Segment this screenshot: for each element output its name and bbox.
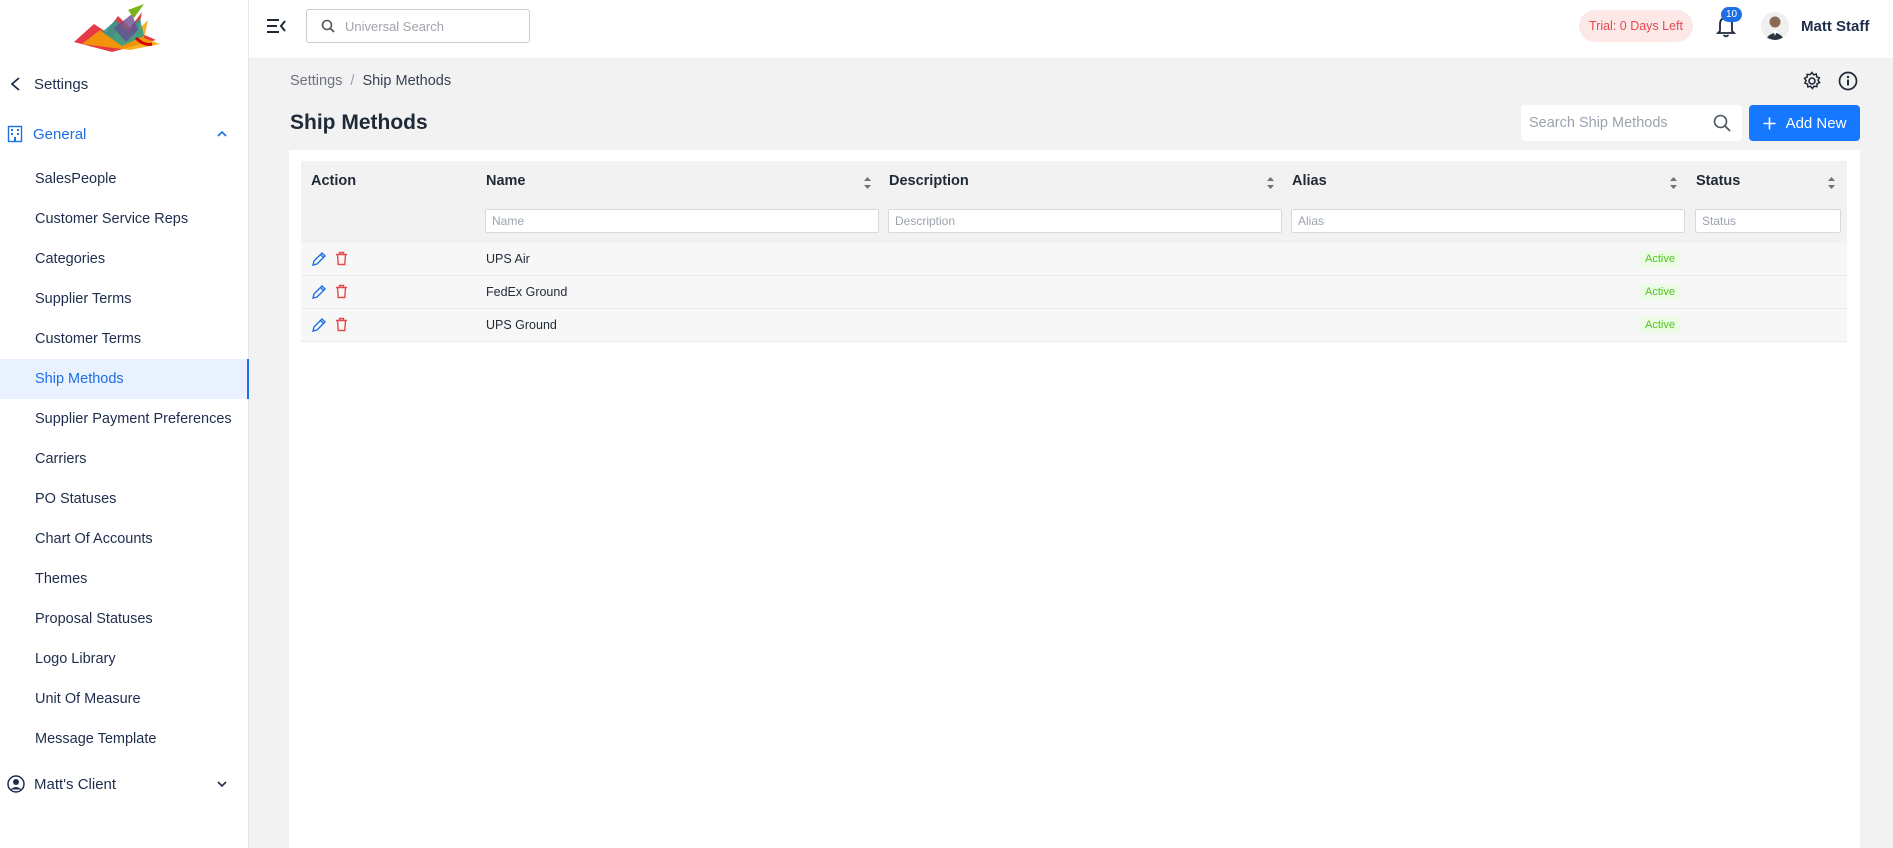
add-new-button[interactable]: Add New: [1749, 105, 1860, 141]
sidebar-item-supplier-payment-preferences[interactable]: Supplier Payment Preferences: [0, 399, 249, 439]
sidebar-item-po-statuses[interactable]: PO Statuses: [0, 479, 249, 519]
page-title: Ship Methods: [290, 111, 428, 134]
breadcrumb-separator: /: [350, 73, 355, 89]
sidebar-item-themes[interactable]: Themes: [0, 559, 249, 599]
pencil-icon[interactable]: [311, 317, 327, 333]
user-menu[interactable]: Matt Staff: [1761, 9, 1869, 43]
building-icon: [7, 125, 23, 143]
sidebar-item-customer-service-reps[interactable]: Customer Service Reps: [0, 199, 249, 239]
sidebar-group-general[interactable]: General: [0, 122, 249, 146]
sort-icon[interactable]: [1827, 175, 1836, 191]
breadcrumb-current: Ship Methods: [362, 73, 452, 89]
main-content: Settings / Ship Methods Ship Methods Add…: [249, 59, 1893, 848]
trash-icon[interactable]: [335, 317, 348, 332]
column-header-description[interactable]: Description: [889, 173, 969, 189]
chevron-left-icon: [10, 77, 20, 91]
cell-name: FedEx Ground: [486, 285, 568, 299]
trial-badge[interactable]: Trial: 0 Days Left: [1579, 10, 1693, 42]
cell-name: UPS Air: [486, 252, 530, 266]
sidebar-group-label: General: [33, 125, 87, 143]
back-label: Settings: [34, 75, 89, 93]
sidebar-menu: SalesPeople Customer Service Reps Categori…: [0, 159, 249, 759]
plus-icon: [1763, 117, 1776, 129]
sidebar-item-categories[interactable]: Categories: [0, 239, 249, 279]
top-bar: Trial: 0 Days Left 10 Matt Staff: [249, 0, 1893, 59]
table-row[interactable]: FedEx Ground Active: [301, 276, 1847, 309]
table-row[interactable]: UPS Ground Active: [301, 309, 1847, 342]
pencil-icon[interactable]: [311, 251, 327, 267]
sidebar-item-unit-of-measure[interactable]: Unit Of Measure: [0, 679, 249, 719]
table-row[interactable]: UPS Air Active: [301, 243, 1847, 276]
column-header-name[interactable]: Name: [486, 173, 526, 189]
status-filter-input[interactable]: [1695, 209, 1841, 233]
sidebar-item-salespeople[interactable]: SalesPeople: [0, 159, 249, 199]
name-filter-input[interactable]: [485, 209, 879, 233]
trash-icon[interactable]: [335, 251, 348, 266]
trash-icon[interactable]: [335, 284, 348, 299]
ship-methods-table: Action Name Description Alias Status UPS…: [301, 161, 1847, 342]
table-panel: Action Name Description Alias Status UPS…: [289, 150, 1860, 848]
sidebar-item-message-template[interactable]: Message Template: [0, 719, 249, 759]
column-header-alias[interactable]: Alias: [1292, 173, 1327, 189]
sidebar-item-customer-terms[interactable]: Customer Terms: [0, 319, 249, 359]
table-header: Action Name Description Alias Status: [301, 161, 1847, 243]
sidebar-item-ship-methods[interactable]: Ship Methods: [0, 359, 249, 399]
chevron-down-icon: [217, 781, 227, 788]
pencil-icon[interactable]: [311, 284, 327, 300]
chevron-up-icon: [217, 130, 227, 137]
universal-search[interactable]: [306, 9, 530, 43]
user-name: Matt Staff: [1801, 17, 1870, 35]
gear-icon[interactable]: [1802, 71, 1822, 91]
sidebar-group-client[interactable]: Matt's Client: [0, 772, 249, 796]
breadcrumb: Settings / Ship Methods: [290, 73, 451, 89]
ship-methods-search[interactable]: [1521, 105, 1742, 141]
client-label: Matt's Client: [34, 775, 117, 793]
column-header-action: Action: [311, 173, 357, 189]
search-icon[interactable]: [1713, 114, 1731, 132]
sidebar-item-proposal-statuses[interactable]: Proposal Statuses: [0, 599, 249, 639]
sidebar: Settings General SalesPeople Customer Ser…: [0, 0, 249, 848]
sort-icon[interactable]: [1266, 175, 1275, 191]
description-filter-input[interactable]: [888, 209, 1282, 233]
user-circle-icon: [7, 775, 25, 793]
table-body: UPS Air Active FedEx Ground Active UPS Groun…: [301, 243, 1847, 342]
cell-name: UPS Ground: [486, 318, 557, 332]
sidebar-item-carriers[interactable]: Carriers: [0, 439, 249, 479]
notification-count: 10: [1721, 7, 1742, 22]
breadcrumb-parent[interactable]: Settings: [290, 73, 342, 89]
ship-methods-search-input[interactable]: [1529, 115, 1707, 131]
sidebar-item-supplier-terms[interactable]: Supplier Terms: [0, 279, 249, 319]
status-badge: Active: [1640, 317, 1680, 333]
menu-collapse-icon[interactable]: [266, 17, 286, 35]
alias-filter-input[interactable]: [1291, 209, 1685, 233]
status-badge: Active: [1640, 251, 1680, 267]
sidebar-item-chart-of-accounts[interactable]: Chart Of Accounts: [0, 519, 249, 559]
info-icon[interactable]: [1838, 71, 1858, 91]
universal-search-input[interactable]: [345, 18, 515, 34]
search-icon: [321, 19, 335, 33]
sidebar-item-logo-library[interactable]: Logo Library: [0, 639, 249, 679]
column-header-status[interactable]: Status: [1696, 173, 1740, 189]
back-to-settings[interactable]: Settings: [0, 72, 88, 96]
add-new-label: Add New: [1785, 114, 1847, 132]
status-badge: Active: [1640, 284, 1680, 300]
sort-icon[interactable]: [1669, 175, 1678, 191]
avatar: [1761, 12, 1789, 40]
sort-icon[interactable]: [863, 175, 872, 191]
company-logo[interactable]: [72, 2, 168, 56]
